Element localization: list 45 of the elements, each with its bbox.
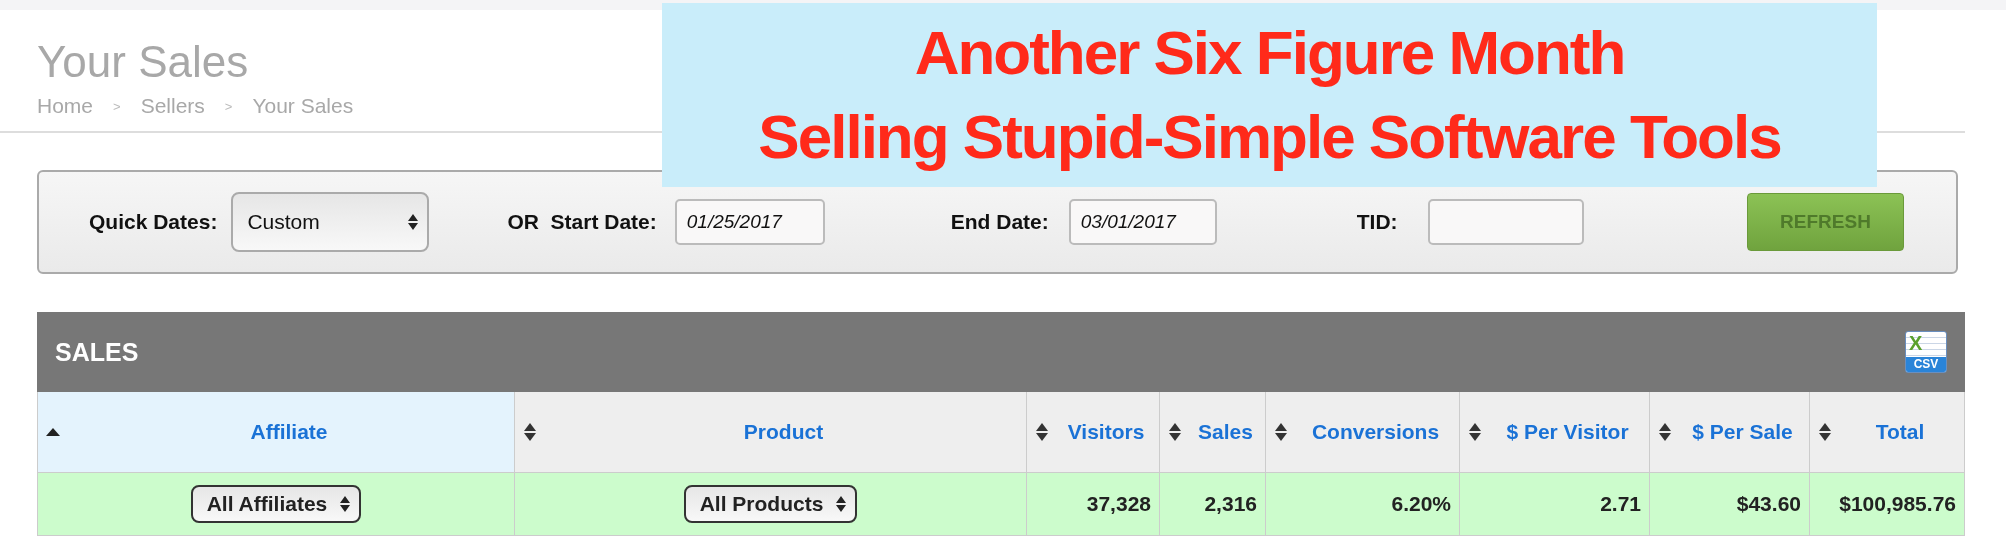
field-label: Quick Dates: bbox=[89, 210, 218, 234]
sort-icon[interactable] bbox=[1468, 422, 1482, 442]
breadcrumb-separator: > bbox=[113, 98, 121, 114]
table-cell: 6.20% bbox=[1391, 492, 1451, 516]
column-sort-link[interactable]: Conversions bbox=[1298, 420, 1453, 444]
sort-icon[interactable] bbox=[407, 213, 420, 231]
banner-text: Selling Stupid-Simple Software Tools bbox=[758, 101, 1781, 173]
table-cell: 2.71 bbox=[1600, 492, 1641, 516]
table-cell: 2,316 bbox=[1204, 492, 1257, 516]
page-title: Your Sales bbox=[37, 36, 249, 88]
table-cell: $100,985.76 bbox=[1839, 492, 1956, 516]
field-label: TID: bbox=[1356, 210, 1398, 234]
tid-field[interactable] bbox=[1427, 199, 1584, 245]
column-sort-link[interactable]: Sales bbox=[1192, 420, 1259, 444]
column-sort-link[interactable]: Product bbox=[547, 420, 1020, 444]
filter-select[interactable]: All Affiliates bbox=[190, 485, 362, 523]
sort-icon[interactable] bbox=[1658, 422, 1672, 442]
column-sort-link[interactable]: Total bbox=[1842, 420, 1958, 444]
table-title: SALES bbox=[55, 337, 139, 367]
filter-select[interactable]: All Products bbox=[683, 485, 858, 523]
sort-icon[interactable] bbox=[1035, 422, 1049, 442]
sort-icon[interactable] bbox=[835, 495, 848, 513]
sort-icon[interactable] bbox=[1818, 422, 1832, 442]
start-date-field[interactable]: 01/25/2017 bbox=[674, 199, 825, 245]
field-label: OR Start Date: bbox=[507, 210, 657, 234]
sort-up-icon[interactable] bbox=[46, 428, 60, 436]
column-sort-link[interactable]: Affiliate bbox=[70, 420, 508, 444]
table-cell: $43.60 bbox=[1736, 492, 1801, 516]
sort-icon[interactable] bbox=[1274, 422, 1288, 442]
sort-icon[interactable] bbox=[523, 422, 537, 442]
column-sort-link[interactable]: $ Per Sale bbox=[1682, 420, 1803, 444]
sort-icon[interactable] bbox=[339, 495, 352, 513]
breadcrumb-link[interactable]: Your Sales bbox=[252, 94, 354, 118]
breadcrumb-separator: > bbox=[224, 98, 233, 114]
sort-icon[interactable] bbox=[1168, 422, 1182, 442]
end-date-field[interactable]: 03/01/2017 bbox=[1068, 199, 1217, 245]
column-sort-link[interactable]: Visitors bbox=[1059, 420, 1153, 444]
field-label: End Date: bbox=[950, 210, 1049, 234]
quick-dates-select[interactable]: Custom bbox=[231, 192, 430, 252]
breadcrumb-link[interactable]: Sellers bbox=[140, 94, 205, 118]
banner-text: Another Six Figure Month bbox=[914, 17, 1625, 89]
table-cell: 37,328 bbox=[1086, 492, 1151, 516]
column-sort-link[interactable]: $ Per Visitor bbox=[1492, 420, 1643, 444]
csv-export-button[interactable]: X CSV bbox=[1905, 331, 1947, 373]
breadcrumb-link[interactable]: Home bbox=[37, 94, 94, 118]
